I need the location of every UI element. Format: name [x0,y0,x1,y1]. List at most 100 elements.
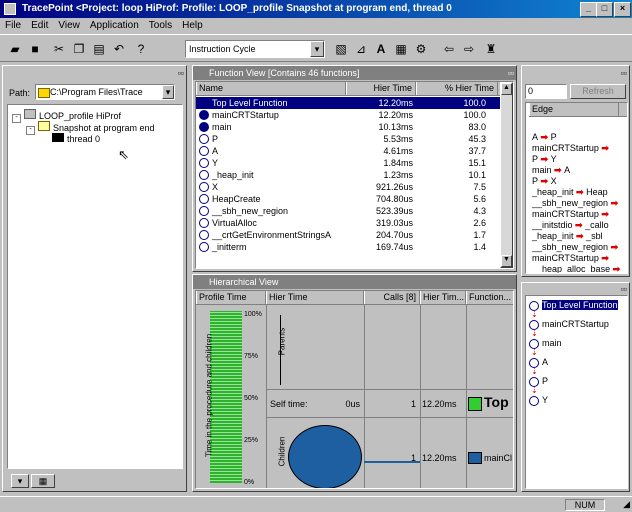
function-hier-time: 169.74us [375,242,413,252]
table-row[interactable]: A 4.61ms 37.7 [196,145,501,157]
row1-function[interactable]: Top [484,394,509,410]
pane-controls[interactable]: ▫▫ [508,68,514,78]
back-icon[interactable]: ⇦ [440,40,458,58]
parents-label: Parents [277,327,287,356]
settings-icon[interactable]: ⚙ [412,40,430,58]
find-icon[interactable]: ♜ [482,40,500,58]
forward-icon[interactable]: ⇨ [460,40,478,58]
edge-item[interactable]: P ➡ Y [532,154,557,165]
function-name: X [212,182,219,192]
function-icon [199,158,209,168]
col-hier-time[interactable]: Hier Time [346,82,416,95]
grid-icon[interactable]: ▦ [392,40,410,58]
chevron-down-icon[interactable]: ▾ [310,41,324,57]
col-edge[interactable]: Edge [529,103,619,116]
edge-item[interactable]: __heap_alloc_base ➡ [532,264,621,274]
table-row[interactable]: Top Level Function 12.20ms 100.0 [196,97,501,109]
table-row[interactable]: _heap_init 1.23ms 10.1 [196,169,501,181]
pane-controls[interactable]: ▫▫ [621,68,627,78]
status-bar: NUM ◢ [0,496,632,512]
function-hier-time: 5.53ms [383,134,413,144]
edge-item[interactable]: mainCRTStartup ➡ [532,143,609,154]
menu-edit[interactable]: Edit [26,18,53,34]
left-tab-2[interactable]: ▦ [31,474,55,488]
edge-item[interactable]: P ➡ X [532,176,557,187]
function-hier-time: 1.23ms [383,170,413,180]
function-icon [199,146,209,156]
edge-item[interactable]: __sbh_new_region ➡ [532,242,618,253]
col-pct-hier-time[interactable]: % Hier Time [416,82,498,95]
row2-color-swatch [468,452,482,464]
metric-select[interactable]: Instruction Cycle ▾ [185,40,325,58]
copy-icon[interactable]: ❐ [70,40,88,58]
menu-file[interactable]: File [0,18,26,34]
chevron-down-icon[interactable]: ▾ [162,85,174,99]
scroll-down-button[interactable]: ▼ [501,255,512,267]
edge-item[interactable]: __initstdio ➡ _callo [532,220,609,231]
view-icon[interactable]: ▧ [332,40,350,58]
menu-tools[interactable]: Tools [144,18,177,34]
table-row[interactable]: main 10.13ms 83.0 [196,121,501,133]
col-profile-time[interactable]: Profile Time [196,291,266,304]
call-tree-item[interactable]: Top Level Function [529,300,618,311]
edge-item[interactable]: __sbh_new_region ➡ [532,198,618,209]
edge-item[interactable]: mainCRTStartup ➡ [532,253,609,264]
arrow-right-icon: ➡ [598,253,609,263]
close-button[interactable]: × [614,2,631,17]
pane-controls[interactable]: ▫▫ [178,68,184,78]
tree-item-thread[interactable]: thread 0 [52,133,100,144]
col-hier-time[interactable]: Hier Time [266,291,364,304]
cut-icon[interactable]: ✂ [50,40,68,58]
edge-item[interactable]: mainCRTStartup ➡ [532,209,609,220]
refresh-button[interactable]: Refresh [570,84,626,99]
pane-controls[interactable]: ▫▫ [621,284,627,294]
scroll-up-button[interactable]: ▲ [501,83,512,95]
scale-50: 50% [244,395,259,402]
table-row[interactable]: VirtualAlloc 319.03us 2.6 [196,217,501,229]
table-row[interactable]: HeapCreate 704.80us 5.6 [196,193,501,205]
undo-icon[interactable]: ↶ [110,40,128,58]
open-icon[interactable]: ▰ [6,40,24,58]
row2-function[interactable]: mainCl [484,453,512,463]
search-input[interactable]: 0 [525,84,567,99]
left-tab-1[interactable]: ▾ [11,474,29,488]
maximize-button[interactable]: □ [596,2,613,17]
table-row[interactable]: P 5.53ms 45.3 [196,133,501,145]
menu-application[interactable]: Application [85,18,144,34]
path-select[interactable]: C:\Program Files\Trace ▾ [35,84,175,100]
mouse-cursor-icon: ⇖ [118,147,129,162]
vertical-scrollbar[interactable]: ▲ ▼ [500,82,513,268]
filter-icon[interactable]: ⊿ [352,40,370,58]
hier-view-pane: Hierarchical View Profile Time Hier Time… [192,274,517,492]
col-name[interactable]: Name [196,82,346,95]
edge-item[interactable]: A ➡ P [532,132,557,143]
arrow-right-icon: ➡ [610,264,621,274]
save-icon[interactable]: ■ [26,40,44,58]
col-function[interactable]: Function... [466,291,513,304]
function-name: mainCRTStartup [212,110,279,120]
call-tree-item[interactable]: Y [529,395,548,406]
help-icon[interactable]: ? [132,40,150,58]
function-pct: 37.7 [468,146,486,156]
text-icon[interactable]: A [372,40,390,58]
edge-item[interactable]: _heap_init ➡ Heap [532,187,608,198]
paste-icon[interactable]: ▤ [90,40,108,58]
resize-grip-icon[interactable]: ◢ [623,499,630,510]
edge-item[interactable]: _heap_init ➡ _sbl [532,231,603,242]
col-hier-time-2[interactable]: Hier Tim... [420,291,466,304]
call-tree-item[interactable]: mainCRTStartup [529,319,609,330]
table-row[interactable]: _initterm 169.74us 1.4 [196,241,501,253]
minimize-button[interactable]: _ [580,2,597,17]
edge-item[interactable]: main ➡ A [532,165,570,176]
menu-help[interactable]: Help [177,18,208,34]
table-row[interactable]: X 921.26us 7.5 [196,181,501,193]
col-calls[interactable]: Calls [8] [364,291,420,304]
function-name: P [212,134,219,144]
table-row[interactable]: __sbh_new_region 523.39us 4.3 [196,205,501,217]
table-row[interactable]: Y 1.84ms 15.1 [196,157,501,169]
table-row[interactable]: mainCRTStartup 12.20ms 100.0 [196,109,501,121]
function-hier-time: 704.80us [375,194,413,204]
scale-25: 25% [244,437,259,444]
table-row[interactable]: __crtGetEnvironmentStringsA 204.70us 1.7 [196,229,501,241]
menu-view[interactable]: View [53,18,85,34]
